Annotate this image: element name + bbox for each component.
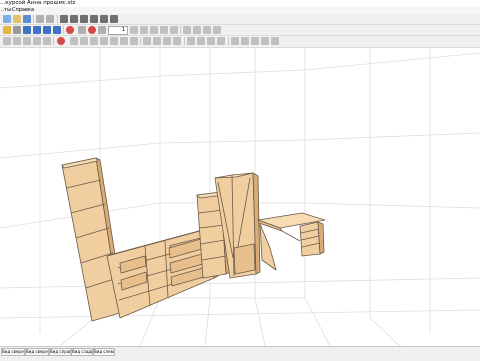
menu-item-view[interactable]: ..ты: [1, 7, 11, 14]
furniture-model: [61, 157, 326, 322]
unlink-icon[interactable]: [241, 37, 249, 45]
hole-icon[interactable]: [90, 37, 98, 45]
stop-icon[interactable]: [66, 26, 74, 34]
toolbar-view: 1: [0, 25, 480, 36]
toolbar-separator: [57, 15, 58, 23]
sum-icon[interactable]: [110, 15, 118, 23]
new-file-icon[interactable]: [3, 15, 11, 23]
toolbar-separator: [63, 26, 64, 34]
texture-icon[interactable]: [53, 26, 61, 34]
panel-icon[interactable]: [100, 15, 108, 23]
bookcase-left: [61, 157, 125, 322]
window-title: ...курсой Анна прошмс.stz: [0, 0, 76, 6]
toolbar-separator: [184, 37, 185, 45]
copy-icon[interactable]: [23, 37, 31, 45]
right-icon[interactable]: [153, 37, 161, 45]
title-bar: ...курсой Анна прошмс.stz: [0, 0, 480, 7]
edge-icon[interactable]: [70, 37, 78, 45]
paste-icon[interactable]: [33, 37, 41, 45]
split-icon[interactable]: [120, 37, 128, 45]
light-icon[interactable]: [3, 26, 11, 34]
toolbar-separator: [53, 37, 54, 45]
cancel-icon[interactable]: [57, 37, 65, 45]
dimension-value: 1: [121, 27, 125, 33]
join-icon[interactable]: [110, 37, 118, 45]
desk: [257, 212, 326, 271]
distribute-vertical-icon[interactable]: [193, 26, 201, 34]
align-left-icon[interactable]: [130, 26, 138, 34]
link-icon[interactable]: [231, 37, 239, 45]
wireframe-icon[interactable]: [23, 26, 31, 34]
toolbar-separator: [140, 37, 141, 45]
view-tab-right[interactable]: Вид справа: [49, 348, 71, 356]
save-icon[interactable]: [23, 15, 31, 23]
left-icon[interactable]: [143, 37, 151, 45]
toolbar-edit: [0, 36, 480, 48]
zoom-icon[interactable]: [78, 26, 86, 34]
down-icon[interactable]: [173, 37, 181, 45]
redo-icon[interactable]: [46, 15, 54, 23]
rotate-icon[interactable]: [13, 26, 21, 34]
align-center-icon[interactable]: [170, 26, 178, 34]
camera-icon[interactable]: [43, 26, 51, 34]
distribute-icon[interactable]: [183, 26, 191, 34]
align-top-icon[interactable]: [150, 26, 158, 34]
view-tab-back[interactable]: Вид сзади: [71, 348, 93, 356]
group-icon[interactable]: [43, 37, 51, 45]
measure-icon[interactable]: [98, 26, 106, 34]
door-icon[interactable]: [90, 15, 98, 23]
menu-item-help[interactable]: Справка: [12, 7, 34, 14]
drawer-icon[interactable]: [80, 15, 88, 23]
delete-icon[interactable]: [88, 26, 96, 34]
solid-view-icon[interactable]: [33, 26, 41, 34]
cut-icon[interactable]: [100, 37, 108, 45]
cabinet-icon[interactable]: [60, 15, 68, 23]
mirror-icon[interactable]: [203, 26, 211, 34]
lock-icon[interactable]: [251, 37, 259, 45]
shelf-icon[interactable]: [70, 15, 78, 23]
open-folder-icon[interactable]: [13, 15, 21, 23]
edge-band-icon[interactable]: [80, 37, 88, 45]
unlock-icon[interactable]: [261, 37, 269, 45]
view-tab-top[interactable]: Вид сверху: [1, 348, 25, 356]
up-icon[interactable]: [163, 37, 171, 45]
toolbar-main: [0, 14, 480, 25]
resize-icon[interactable]: [130, 37, 138, 45]
status-bar: Вид сверху Вид сверху Вид справа Вид сза…: [0, 346, 480, 361]
select-icon[interactable]: [3, 37, 11, 45]
toolbar-separator: [228, 37, 229, 45]
ortho-icon[interactable]: [207, 37, 215, 45]
toolbar-separator: [180, 26, 181, 34]
3d-viewport[interactable]: [0, 48, 480, 346]
hide-icon[interactable]: [271, 37, 279, 45]
align-right-icon[interactable]: [140, 26, 148, 34]
align-bottom-icon[interactable]: [160, 26, 168, 34]
menu-bar: ..ты Справка: [0, 7, 480, 14]
view-tab-top-2[interactable]: Вид сверху: [25, 348, 49, 356]
angle-icon[interactable]: [217, 37, 225, 45]
flip-icon[interactable]: [213, 26, 221, 34]
snap-icon[interactable]: [187, 37, 195, 45]
scene-canvas: [0, 48, 480, 346]
view-tab-left[interactable]: Вид слева: [93, 348, 115, 356]
toolbar-separator: [33, 15, 34, 23]
dimension-input[interactable]: 1: [108, 26, 128, 35]
undo-icon[interactable]: [36, 15, 44, 23]
grid-snap-icon[interactable]: [197, 37, 205, 45]
move-icon[interactable]: [13, 37, 21, 45]
